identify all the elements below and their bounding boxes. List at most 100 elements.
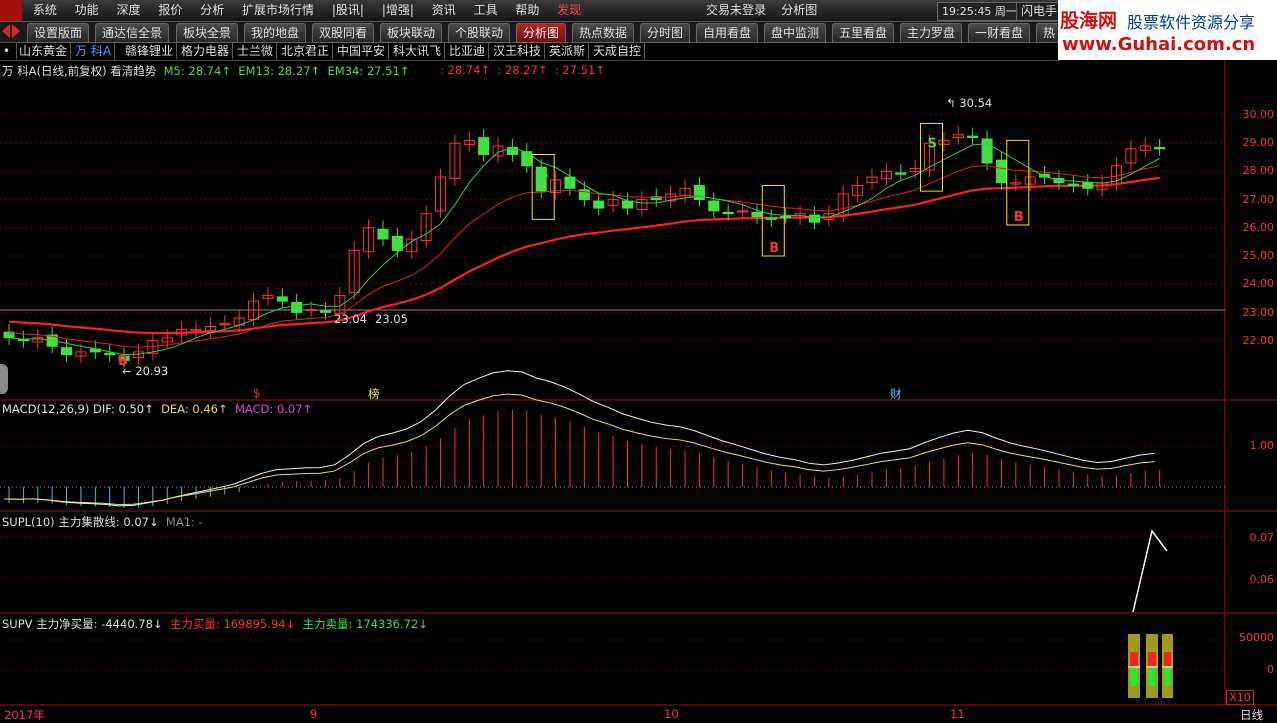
signal-box bbox=[919, 122, 943, 192]
supv-buy-bar bbox=[1164, 652, 1171, 666]
menu-extended-market[interactable]: 扩展市场行情 bbox=[235, 0, 321, 21]
stock-item[interactable]: 比亚迪 bbox=[446, 43, 490, 59]
candle-body bbox=[61, 347, 73, 356]
candle-body bbox=[391, 235, 403, 251]
candle-body bbox=[967, 135, 979, 139]
x-axis-label: 11 bbox=[950, 707, 965, 721]
tab-intraday[interactable]: 分时图 bbox=[640, 23, 691, 43]
stock-item[interactable]: 格力电器 bbox=[178, 43, 234, 59]
candle-body bbox=[751, 211, 763, 218]
tab-stock-linkage[interactable]: 个股联动 bbox=[448, 23, 511, 43]
candle-body bbox=[621, 200, 634, 209]
flash-trade-button[interactable]: 闪电手 bbox=[1016, 2, 1062, 21]
menu-help[interactable]: 帮助 bbox=[508, 0, 546, 21]
candle-body bbox=[219, 323, 231, 326]
tab-sector-linkage[interactable]: 板块联动 bbox=[380, 23, 443, 43]
dea-line bbox=[3, 393, 1155, 506]
candle-body bbox=[276, 296, 288, 302]
candle-body bbox=[593, 200, 605, 209]
candle-body bbox=[981, 138, 993, 164]
supv-sell-bar bbox=[1148, 668, 1156, 686]
tab-main-compass[interactable]: 主力罗盘 bbox=[900, 23, 963, 43]
login-status[interactable]: 交易未登录 分析图 bbox=[706, 0, 817, 21]
price-annotation-1: 23.04 bbox=[334, 312, 367, 326]
tab-wuli-watch[interactable]: 五里看盘 bbox=[832, 23, 895, 43]
supv-sell-bar bbox=[1130, 668, 1138, 686]
candle-body bbox=[708, 200, 720, 212]
menu-quote[interactable]: 报价 bbox=[151, 0, 189, 21]
tab-yicai-watch[interactable]: 一财看盘 bbox=[968, 23, 1031, 43]
signal-label: B bbox=[769, 241, 779, 256]
candle-body bbox=[319, 310, 331, 313]
supv-buy-bar bbox=[1148, 652, 1156, 666]
event-marker[interactable]: 财 bbox=[890, 386, 902, 402]
supv-buy-bar bbox=[1130, 652, 1138, 666]
candle-body bbox=[521, 151, 533, 167]
menu-tools[interactable]: 工具 bbox=[467, 0, 505, 21]
menu-depth[interactable]: 深度 bbox=[110, 0, 148, 21]
event-marker[interactable]: $ bbox=[253, 386, 260, 400]
candle-body bbox=[895, 172, 907, 175]
stock-item[interactable]: 士兰微 bbox=[234, 43, 278, 59]
candle-body bbox=[104, 352, 116, 356]
candle-body bbox=[478, 137, 490, 155]
stock-item[interactable]: 天成自控 bbox=[590, 43, 646, 59]
tab-scroll-right-icon[interactable] bbox=[12, 24, 20, 38]
tab-dual-stock[interactable]: 双股同看 bbox=[312, 23, 375, 43]
stock-item[interactable]: 科大讯飞 bbox=[390, 43, 446, 59]
price-annotation-2: 23.05 bbox=[375, 312, 408, 326]
candle-body bbox=[1154, 146, 1166, 150]
logo-slogan: 股票软件资源分享 bbox=[1127, 13, 1256, 32]
candle-body bbox=[780, 216, 792, 219]
low-price-annotation: ← 20.93 bbox=[122, 364, 169, 378]
menu-system[interactable]: 系统 bbox=[26, 0, 64, 21]
tab-my-territory[interactable]: 我的地盘 bbox=[244, 23, 307, 43]
tab-settings-layout[interactable]: 设置版面 bbox=[27, 23, 90, 43]
x-axis-label: 9 bbox=[310, 707, 318, 721]
candle-body bbox=[722, 211, 734, 215]
stock-item[interactable]: 赣锋锂业 bbox=[122, 43, 178, 59]
stock-item[interactable]: 中国平安 bbox=[334, 43, 390, 59]
event-marker[interactable]: 榜 bbox=[368, 386, 380, 402]
menu-discover[interactable]: 发现 bbox=[550, 0, 588, 21]
candle-body bbox=[564, 176, 576, 189]
stock-bar-lead[interactable]: • bbox=[0, 43, 17, 59]
chart-mode: 分析图 bbox=[781, 3, 818, 17]
menu-function[interactable]: 功能 bbox=[68, 0, 106, 21]
candle-body bbox=[1082, 182, 1094, 189]
candle-body bbox=[291, 302, 303, 313]
app-icon[interactable] bbox=[0, 0, 22, 21]
stock-item[interactable]: 英派斯 bbox=[546, 43, 590, 59]
stock-chart[interactable]: BSBSB bbox=[0, 60, 1277, 721]
menu-enhance[interactable]: |增强| bbox=[375, 0, 421, 21]
tab-intraday-monitor[interactable]: 盘中监测 bbox=[764, 23, 827, 43]
candle-body bbox=[737, 210, 749, 213]
menu-analysis[interactable]: 分析 bbox=[193, 0, 231, 21]
tab-custom-watch[interactable]: 自用看盘 bbox=[696, 23, 759, 43]
stock-item[interactable]: 汉王科技 bbox=[490, 43, 546, 59]
logo-name: 股海网 bbox=[1060, 10, 1118, 32]
tab-scroll-left-icon[interactable] bbox=[2, 24, 10, 38]
menu-info[interactable]: 资讯 bbox=[425, 0, 463, 21]
candle-body bbox=[305, 309, 317, 312]
high-price-annotation: ↰ 30.54 bbox=[946, 96, 993, 110]
signal-label: S bbox=[539, 167, 548, 182]
menu-stock-news[interactable]: |股讯| bbox=[325, 0, 371, 21]
candle-body bbox=[693, 185, 705, 201]
tab-hot-data[interactable]: 热点数据 bbox=[572, 23, 635, 43]
tab-analysis-chart[interactable]: 分析图 bbox=[516, 23, 567, 43]
signal-label: S bbox=[927, 136, 936, 151]
clock: 19:25:45 周一 bbox=[937, 2, 1022, 21]
candle-body bbox=[377, 228, 389, 240]
tab-panorama[interactable]: 通达信全景 bbox=[95, 23, 170, 43]
candle-body bbox=[808, 214, 821, 223]
stock-item[interactable]: 北京君正 bbox=[278, 43, 334, 59]
signal-label: B bbox=[1014, 210, 1024, 225]
stock-item-selected[interactable]: 万 科A bbox=[72, 43, 116, 59]
stock-item[interactable]: 山东黄金 bbox=[16, 43, 72, 59]
tab-sector-panorama[interactable]: 板块全景 bbox=[176, 23, 239, 43]
candle-body bbox=[765, 217, 777, 220]
logo-url: www.Guhai.com.cn bbox=[1062, 34, 1256, 55]
layout-tab-bar: 设置版面 通达信全景 板块全景 我的地盘 双股同看 板块联动 个股联动 分析图 … bbox=[0, 22, 1063, 43]
candle-body bbox=[1067, 183, 1079, 186]
